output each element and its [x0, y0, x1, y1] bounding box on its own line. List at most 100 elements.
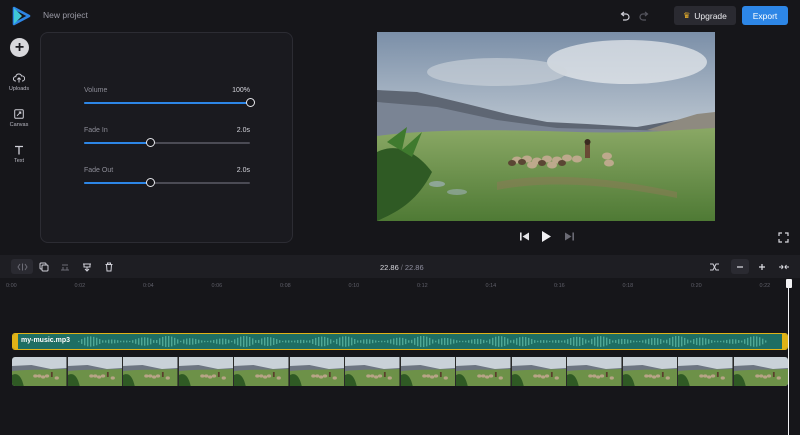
- waveform-bar: [525, 337, 527, 346]
- waveform-bar: [162, 336, 164, 347]
- time-separator: /: [400, 263, 403, 272]
- split-button[interactable]: [11, 259, 33, 274]
- audio-clip-right-handle[interactable]: [782, 334, 787, 349]
- volume-slider[interactable]: [84, 98, 255, 107]
- skip-forward-button[interactable]: [562, 229, 576, 243]
- waveform-bar: [459, 340, 461, 343]
- export-button[interactable]: Export: [742, 6, 788, 25]
- sidebar-item-label: Uploads: [8, 86, 30, 92]
- waveform-bar: [693, 339, 695, 344]
- playhead-handle[interactable]: [786, 279, 792, 288]
- waveform-bar: [759, 337, 761, 346]
- project-name[interactable]: New project: [43, 10, 88, 20]
- waveform-bar: [540, 340, 542, 343]
- collapse-timeline-button[interactable]: [775, 259, 793, 274]
- waveform-bar: [351, 337, 353, 346]
- waveform-bar: [261, 338, 263, 345]
- left-sidebar: + Uploads Canvas Text: [0, 32, 38, 254]
- video-preview[interactable]: [377, 32, 715, 221]
- fade-out-slider-knob[interactable]: [145, 178, 155, 187]
- waveform-bar: [252, 338, 254, 345]
- waveform-bar: [642, 340, 644, 343]
- play-button[interactable]: [539, 229, 553, 243]
- fade-in-label: Fade In: [84, 127, 108, 134]
- total-duration: 22.86: [404, 263, 424, 272]
- fit-timeline-button[interactable]: [705, 259, 723, 274]
- play-logo-icon[interactable]: [11, 6, 31, 26]
- waveform-bar: [468, 340, 470, 343]
- undo-button[interactable]: [616, 8, 632, 24]
- waveform-bar: [522, 336, 524, 347]
- fullscreen-icon[interactable]: [778, 232, 789, 243]
- duplicate-button[interactable]: [35, 259, 53, 274]
- video-thumbnail: [511, 357, 567, 386]
- add-media-button[interactable]: +: [10, 38, 29, 57]
- sidebar-item-canvas[interactable]: Canvas: [0, 108, 38, 128]
- sidebar-item-text[interactable]: Text: [0, 144, 38, 164]
- waveform-bar: [303, 339, 305, 344]
- waveform-bar: [117, 340, 119, 343]
- waveform-bar: [699, 337, 701, 346]
- video-thumbnail: [289, 357, 345, 386]
- waveform-bar: [705, 338, 707, 345]
- waveform-bar: [324, 336, 326, 347]
- fade-in-slider[interactable]: [84, 138, 250, 147]
- waveform-bar: [381, 340, 383, 343]
- video-clip[interactable]: [12, 357, 788, 386]
- trim-button[interactable]: [56, 259, 74, 274]
- fade-in-slider-knob[interactable]: [145, 138, 155, 147]
- waveform-bar: [414, 338, 416, 345]
- waveform-bar: [273, 338, 275, 345]
- undo-icon: [620, 11, 630, 21]
- waveform-bar: [483, 339, 485, 344]
- audio-clip[interactable]: my-music.mp3: [12, 333, 788, 350]
- redo-button[interactable]: [636, 8, 652, 24]
- waveform-bar: [132, 340, 134, 343]
- waveform-bar: [474, 339, 476, 344]
- waveform-bar: [609, 339, 611, 344]
- waveform-bar: [531, 338, 533, 345]
- waveform-bar: [573, 337, 575, 346]
- waveform-bar: [171, 336, 173, 347]
- zoom-in-button[interactable]: [753, 259, 771, 274]
- fade-in-control: Fade In 2.0s: [84, 127, 250, 147]
- waveform-bar: [174, 337, 176, 346]
- waveform-bar: [288, 340, 290, 343]
- waveform-bar: [198, 339, 200, 344]
- skip-forward-icon: [564, 232, 574, 240]
- waveform-bar: [678, 335, 680, 348]
- ruler-tick-label: 0:04: [143, 283, 154, 289]
- waveform-bar: [594, 337, 596, 346]
- duplicate-icon: [39, 262, 49, 271]
- fade-out-slider[interactable]: [84, 178, 250, 187]
- delete-button[interactable]: [100, 259, 118, 274]
- zoom-out-button[interactable]: [731, 259, 749, 274]
- skip-back-button[interactable]: [517, 229, 531, 243]
- waveform-bar: [219, 338, 221, 345]
- volume-slider-knob[interactable]: [245, 98, 255, 107]
- sidebar-item-uploads[interactable]: Uploads: [0, 72, 38, 92]
- waveform-bar: [564, 340, 566, 343]
- waveform-bar: [90, 336, 92, 347]
- text-icon: [13, 144, 25, 156]
- video-thumbnail: [733, 357, 788, 386]
- waveform-bar: [327, 337, 329, 346]
- waveform-bar: [546, 340, 548, 343]
- timeline-ruler[interactable]: 0:00 0:02 0:04 0:06 0:08 0:10 0:12 0:14 0:16 0:18…: [0, 278, 800, 292]
- waveform-bar: [258, 339, 260, 344]
- waveform-bar: [315, 337, 317, 346]
- waveform-bar: [360, 340, 362, 343]
- video-thumbnail: [12, 357, 68, 386]
- time-display: 22.86/22.86: [380, 263, 424, 272]
- waveform-bar: [513, 339, 515, 344]
- waveform-bar: [591, 338, 593, 345]
- waveform-bar: [747, 337, 749, 346]
- waveform-bar: [186, 338, 188, 345]
- waveform-bar: [312, 339, 314, 344]
- play-icon: [542, 230, 551, 242]
- upgrade-button[interactable]: ♛ Upgrade: [674, 6, 736, 25]
- waveform-bar: [552, 340, 554, 343]
- detach-audio-button[interactable]: [78, 259, 96, 274]
- audio-clip-left-handle[interactable]: [13, 334, 18, 349]
- waveform-bar: [255, 340, 257, 343]
